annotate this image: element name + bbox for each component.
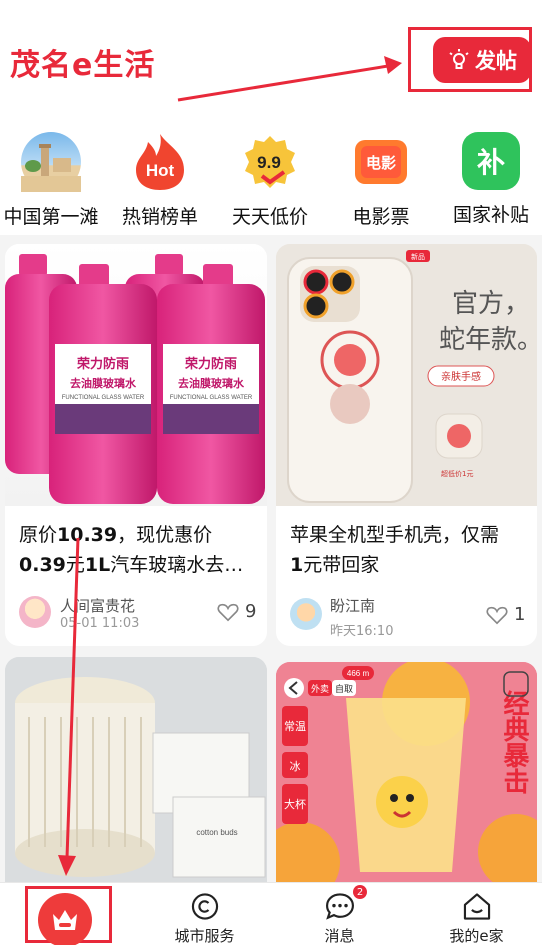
movie-ticket-icon: 电影 — [351, 132, 411, 192]
like-count: 1 — [514, 604, 526, 625]
category-hot-list[interactable]: Hot 热销榜单 — [106, 132, 214, 229]
tab-city-service[interactable]: 城市服务 — [137, 883, 272, 945]
app-title: 茂名e生活 — [10, 48, 156, 83]
product-image-fruit-tea: 外卖 自取 466 m 常温 冰 大杯 经典暴击 — [276, 662, 537, 882]
pack-label: cotton buds — [196, 828, 237, 837]
vertical-tag-1: 常温 — [284, 720, 306, 733]
message-icon — [325, 893, 354, 920]
category-national-subsidy[interactable]: 补 国家补贴 — [437, 132, 542, 227]
subsidy-icon-text: 补 — [476, 146, 505, 179]
category-label: 中国第一滩 — [3, 206, 99, 228]
category-daily-low-price[interactable]: 9.9 天天低价 — [216, 132, 324, 229]
new-tag-text: 新品 — [411, 252, 425, 261]
post-button[interactable]: 发帖 — [433, 37, 531, 83]
hot-icon-text: Hot — [146, 161, 175, 180]
feed-card-washer-fluid[interactable]: 荣力防雨 去油膜玻璃水 FUNCTIONAL GLASS WATER 荣力防雨 … — [5, 244, 267, 646]
bottle-brand-text: 荣力防雨 — [76, 356, 129, 372]
product-image-phone-case: 新品 官方， 蛇年款。 亲肤手感 超低价1元 — [276, 244, 537, 506]
my-home-icon — [463, 893, 490, 920]
category-row: 中国第一滩 Hot 热销榜单 9.9 天天低价 电影 电影票 补 国家补贴 — [0, 120, 542, 235]
product-image-washer-fluid: 荣力防雨 去油膜玻璃水 FUNCTIONAL GLASS WATER 荣力防雨 … — [5, 244, 267, 506]
category-label: 电影票 — [352, 206, 410, 228]
subsidy-icon: 补 — [462, 132, 520, 190]
promo-vertical-text: 经典暴击 — [499, 689, 529, 794]
feed-card-title: 苹果全机型手机壳，仅需 1元带回家 — [290, 524, 500, 576]
slogan-line1: 官方， — [452, 289, 530, 319]
bottle-line3-text-2: FUNCTIONAL GLASS WATER — [170, 395, 253, 401]
price-note-text: 超低价1元 — [441, 469, 473, 478]
product-image-cotton-buds: cotton buds — [5, 657, 267, 882]
author-name[interactable]: 盼江南 — [330, 595, 375, 616]
tab-messages[interactable]: 消息 — [272, 883, 407, 945]
pill-text: 亲肤手感 — [441, 370, 481, 383]
heart-icon — [486, 606, 508, 624]
tab-label: 我的e家 — [449, 927, 504, 945]
author-name[interactable]: 人间富贵花 — [60, 595, 135, 616]
tab-my-home[interactable]: 我的e家 — [409, 883, 542, 945]
avatar[interactable] — [19, 596, 51, 628]
post-button-label: 发帖 — [475, 49, 517, 73]
heart-icon — [217, 603, 239, 621]
post-time: 05-01 11:03 — [60, 616, 140, 631]
bottle-line2-text-2: 去油膜玻璃水 — [178, 376, 245, 390]
avatar[interactable] — [290, 598, 322, 630]
crown-home-icon — [53, 910, 77, 930]
beach-landmark-icon — [21, 132, 81, 192]
hot-flame-icon: Hot — [130, 132, 190, 192]
pickup-tag: 自取 — [335, 683, 353, 695]
bottle-brand-text-2: 荣力防雨 — [184, 356, 237, 372]
feed-card-fruit-tea[interactable]: 外卖 自取 466 m 常温 冰 大杯 经典暴击 — [276, 662, 537, 882]
feed-card-cotton-buds[interactable]: cotton buds — [5, 657, 267, 882]
lightbulb-icon — [449, 49, 469, 69]
category-movie-ticket[interactable]: 电影 电影票 — [327, 132, 435, 229]
slogan-line2: 蛇年款。 — [439, 325, 537, 355]
price-tag-icon: 9.9 — [240, 132, 300, 192]
price-icon-text: 9.9 — [257, 153, 281, 172]
post-time: 昨天16:10 — [330, 624, 394, 639]
like-button[interactable]: 9 — [217, 601, 256, 622]
city-service-icon — [191, 893, 218, 920]
takeout-tag: 外卖 — [311, 683, 329, 695]
bottle-line2-text: 去油膜玻璃水 — [70, 376, 137, 390]
category-label: 国家补贴 — [452, 204, 529, 226]
tab-label: 城市服务 — [174, 927, 235, 945]
bottle-line3-text: FUNCTIONAL GLASS WATER — [62, 395, 145, 401]
feed-card-phone-case[interactable]: 新品 官方， 蛇年款。 亲肤手感 超低价1元 苹果全机型手机壳，仅需 1元带回家 … — [276, 244, 537, 646]
message-badge: 2 — [353, 885, 367, 899]
like-count: 9 — [245, 601, 257, 622]
tab-label: 消息 — [324, 927, 355, 945]
tab-home[interactable] — [38, 893, 92, 945]
vertical-tag-3: 大杯 — [284, 797, 306, 811]
movie-icon-text: 电影 — [366, 154, 396, 172]
feed-card-title: 原价10.39，现优惠价 0.39元1L汽车玻璃水去… — [19, 524, 244, 576]
category-label: 热销榜单 — [121, 206, 198, 228]
like-button[interactable]: 1 — [486, 604, 525, 625]
distance-tag: 466 m — [347, 669, 370, 678]
category-label: 天天低价 — [231, 206, 308, 228]
vertical-tag-2: 冰 — [290, 760, 301, 773]
category-beach[interactable]: 中国第一滩 — [0, 132, 105, 229]
